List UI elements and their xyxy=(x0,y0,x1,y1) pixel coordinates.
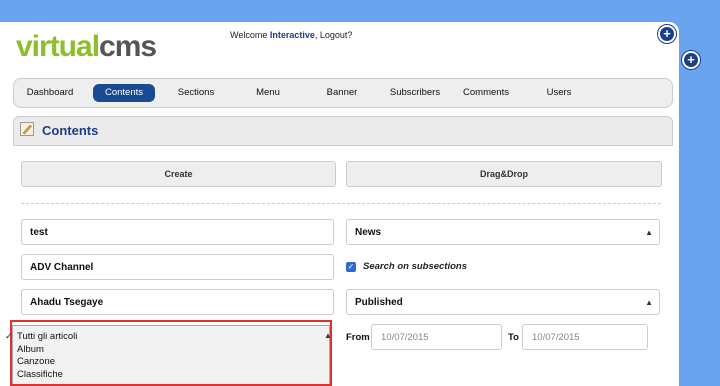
nav-users[interactable]: Users xyxy=(537,84,581,102)
divider xyxy=(21,203,661,204)
welcome-text: Welcome Interactive, Logout? xyxy=(230,30,352,40)
nav-menu[interactable]: Menu xyxy=(248,84,288,102)
nav-sections[interactable]: Sections xyxy=(170,84,222,102)
logo[interactable]: virtualcms xyxy=(16,30,157,63)
dropdown-option[interactable]: Canzone xyxy=(17,356,55,367)
pencil-icon xyxy=(20,122,34,136)
subsections-label: Search on subsections xyxy=(363,261,468,272)
section-title: Contents xyxy=(42,123,99,138)
status-select[interactable]: Published ▲ xyxy=(346,289,660,315)
nav-dashboard[interactable]: Dashboard xyxy=(17,84,83,102)
check-icon: ✓ xyxy=(5,331,13,341)
dropdown-option[interactable]: Album xyxy=(17,344,44,355)
expand-plus-icon[interactable]: + xyxy=(657,24,677,44)
nav-banner[interactable]: Banner xyxy=(318,84,366,102)
expand-plus-icon-2[interactable]: + xyxy=(681,50,701,70)
logo-part2: cms xyxy=(99,30,157,63)
dropdown-option[interactable]: Tutti gli articoli xyxy=(17,331,77,342)
dropdown-option[interactable]: Classifiche xyxy=(17,369,63,380)
dragdrop-button[interactable]: Drag&Drop xyxy=(346,161,662,187)
section-header xyxy=(13,116,673,146)
logo-part1: virtual xyxy=(16,30,100,63)
username-link[interactable]: Interactive xyxy=(270,30,315,40)
create-button[interactable]: Create xyxy=(21,161,336,187)
status-select-value: Published xyxy=(355,297,403,308)
nav-contents[interactable]: Contents xyxy=(93,84,155,102)
type-select[interactable]: News ▲ xyxy=(346,219,660,245)
author-field[interactable]: Ahadu Tsegaye xyxy=(21,289,334,315)
channel-field[interactable]: ADV Channel xyxy=(21,254,334,280)
type-select-value: News xyxy=(355,227,382,238)
search-text-field[interactable]: test xyxy=(21,219,334,245)
welcome-prefix: Welcome xyxy=(230,30,270,40)
nav-comments[interactable]: Comments xyxy=(457,84,515,102)
select-arrow-icon: ▲ xyxy=(645,298,653,307)
nav-subscribers[interactable]: Subscribers xyxy=(383,84,447,102)
subsections-checkbox[interactable]: ✓ xyxy=(346,262,356,272)
dropdown-arrow-icon: ▲ xyxy=(324,331,332,340)
select-arrow-icon: ▲ xyxy=(645,228,653,237)
logout-link[interactable]: , Logout? xyxy=(315,30,353,40)
